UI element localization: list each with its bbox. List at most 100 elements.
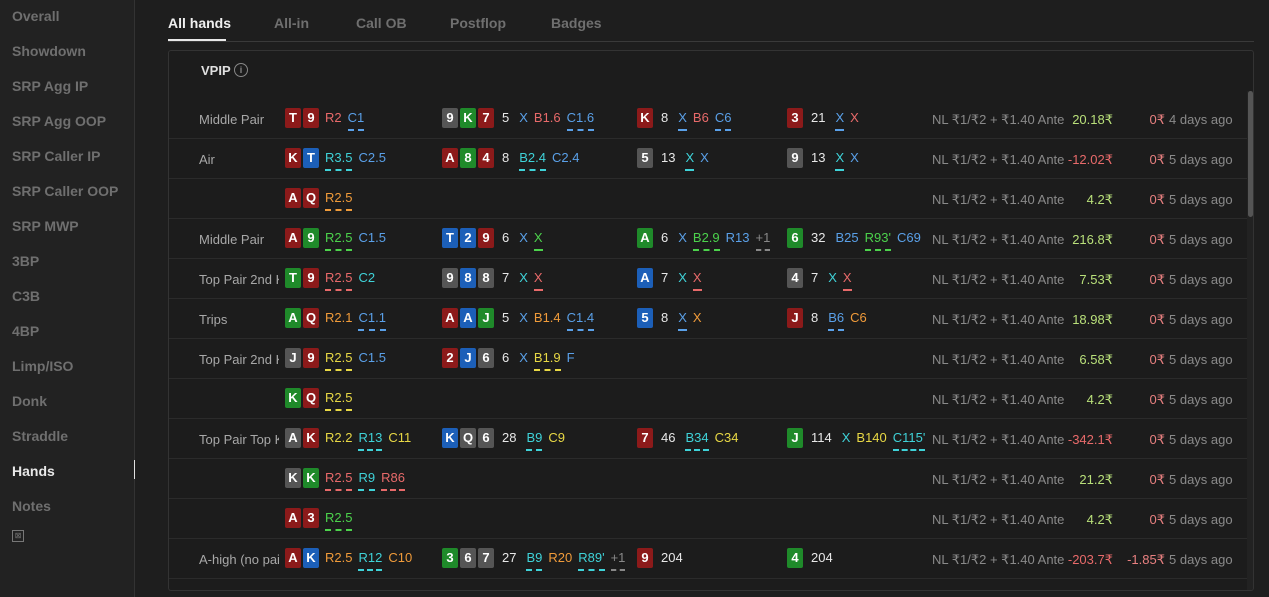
playing-card: A [637, 268, 653, 288]
action-label: X [835, 110, 845, 131]
table-row[interactable]: A 3 R2.5 NL ₹1/₹2 + ₹1.40 Ante 4.2₹ 0₹ 5 days … [169, 499, 1247, 539]
hole-cards: A Q R2.5 [285, 188, 358, 211]
table-row[interactable]: Air K T R3.5 C2.5 A 8 4 8 B2.4 C2.4 5 13 X X 9 13 X X NL ₹1… [169, 139, 1247, 179]
hole-cards: K K R2.5 R9 R86 [285, 468, 411, 491]
action-label: R2.5 [325, 190, 353, 211]
playing-card: A [460, 308, 476, 328]
info-icon[interactable]: i [234, 63, 248, 77]
action-label: R12 [358, 550, 383, 571]
sidebar-item-srp-mwp[interactable]: SRP MWP [12, 218, 79, 234]
action-label: R13 [358, 430, 383, 451]
hands-panel: VPIP i Middle Pair T 9 R2 C1 9 K 7 5 X B1.6 C1.6 K 8 X… [168, 50, 1254, 591]
table-row[interactable]: Top Pair 2nd KickerJ9R2.5C1.52J66XB1.9FN… [169, 339, 1247, 379]
playing-card: K [303, 428, 319, 448]
playing-card: A [285, 548, 301, 568]
sidebar-item-showdown[interactable]: Showdown [12, 43, 86, 59]
playing-card: 9 [637, 548, 653, 568]
action-label: C1.6 [566, 110, 595, 131]
table-row[interactable]: Top Pair Top KickerAKR2.2R13C11KQ628B9C9… [169, 419, 1247, 459]
action-label: C1 [347, 110, 365, 131]
pot-size: 8 [502, 150, 510, 165]
sidebar-item-srp-agg-ip[interactable]: SRP Agg IP [12, 78, 88, 94]
table-row[interactable]: Middle Pair A 9 R2.5 C1.5 T 2 9 6 X X A 6 X B2.9 R13 +1 6… [169, 219, 1247, 259]
table-row[interactable]: K K R2.5 R9 R86 NL ₹1/₹2 + ₹1.40 Ante 21.2₹ 0₹ 5… [169, 459, 1247, 499]
hole-cards: A K R2.5 R12 C10 [285, 548, 418, 571]
river-cell: 9 13 X X [787, 148, 865, 171]
river-cell: J 8 B6 C6 [787, 308, 873, 331]
sidebar-item-straddle[interactable]: Straddle [12, 428, 68, 444]
pot-size: 7 [661, 270, 669, 285]
sidebar-item-limp-iso[interactable]: Limp/ISO [12, 358, 73, 374]
action-label: X [519, 110, 528, 125]
action-label: R2.5 [325, 350, 353, 371]
table-row[interactable]: A-high (no pair) AK R2.5 R12 C10 367 27 B9 R20 R8… [169, 539, 1247, 579]
win-amount: 216.8₹ [1072, 232, 1113, 247]
action-label: B9 [526, 550, 543, 571]
river-cell: 6 32 B25 R93' C69 [787, 228, 927, 251]
table-row[interactable]: Middle Pair T 9 R2 C1 9 K 7 5 X B1.6 C1.6 K 8 X B6 C6 3 21… [169, 99, 1247, 139]
tab-all-in[interactable]: All-in [274, 15, 309, 31]
win-amount: -203.7₹ [1067, 552, 1113, 567]
pot-size: 6 [502, 230, 510, 245]
hand-date: 5 days ago [1169, 512, 1233, 527]
action-label: R20 [548, 550, 573, 565]
table-row[interactable]: Trips A Q R2.1 C1.1 A A J 5 X B1.4 C1.4 5 8 X X J 8 B6 C6 NL… [169, 299, 1247, 339]
action-label: B2.4 [519, 150, 546, 171]
sidebar-item-srp-caller-ip[interactable]: SRP Caller IP [12, 148, 100, 164]
playing-card: 9 [442, 108, 458, 128]
ev-amount: 0₹ [1149, 232, 1165, 247]
image-icon[interactable]: ⊠ [12, 530, 24, 542]
ev-amount: 0₹ [1149, 192, 1165, 207]
playing-card: 6 [478, 428, 494, 448]
table-row[interactable]: K Q R2.5 NL ₹1/₹2 + ₹1.40 Ante 4.2₹ 0₹ 5 days … [169, 379, 1247, 419]
action-label: C6 [714, 110, 732, 131]
pot-size: 27 [502, 550, 517, 565]
win-amount: -342.1₹ [1067, 432, 1113, 447]
action-label: X [519, 270, 528, 285]
playing-card: J [285, 348, 301, 368]
action-label: C1.4 [566, 310, 595, 331]
pot-size: 5 [502, 310, 510, 325]
flop-cell: T296XX [442, 228, 549, 251]
win-amount: 6.58₹ [1079, 352, 1113, 367]
action-label: B25 [835, 230, 859, 245]
sidebar-item-srp-agg-oop[interactable]: SRP Agg OOP [12, 113, 106, 129]
tab-call-ob[interactable]: Call OB [356, 15, 407, 31]
tab-badges[interactable]: Badges [551, 15, 602, 31]
action-label: R93' [864, 230, 892, 251]
action-label: R2.2 [325, 430, 353, 445]
sidebar-item-hands[interactable]: Hands [12, 463, 55, 479]
action-label: C34 [714, 430, 739, 445]
sidebar-item-notes[interactable]: Notes [12, 498, 51, 514]
sidebar-item-overall[interactable]: Overall [12, 8, 59, 24]
action-label: X [678, 310, 687, 331]
hand-category: Top Pair 2nd Kicker [199, 352, 279, 367]
action-label: X [533, 230, 543, 251]
pot-size: 204 [661, 550, 683, 565]
action-label: R3.5 [325, 150, 353, 171]
sidebar-item-4bp[interactable]: 4BP [12, 323, 39, 339]
turn-cell: A7XX [637, 268, 708, 291]
hand-category [199, 511, 279, 529]
sidebar-item-c3b[interactable]: C3B [12, 288, 40, 304]
tab-postflop[interactable]: Postflop [450, 15, 506, 31]
sidebar-item-donk[interactable]: Donk [12, 393, 47, 409]
flop-cell: K Q 6 28 B9 C9 [442, 428, 571, 451]
tab-all-hands[interactable]: All hands [168, 15, 231, 31]
hand-category: Middle Pair [199, 232, 265, 247]
river-cell: 47XX [787, 268, 858, 291]
table-row[interactable]: Top Pair 2nd KickerT9R2.5C29887XXA7XX47X… [169, 259, 1247, 299]
action-label: X [835, 150, 845, 171]
sidebar-item-srp-caller-oop[interactable]: SRP Caller OOP [12, 183, 118, 199]
table-row[interactable]: A Q R2.5 NL ₹1/₹2 + ₹1.40 Ante 4.2₹ 0₹ 5 days … [169, 179, 1247, 219]
ev-amount: 0₹ [1149, 112, 1165, 127]
action-label: +1 [610, 550, 626, 571]
action-label: B6 [828, 310, 845, 331]
sidebar-item-3bp[interactable]: 3BP [12, 253, 39, 269]
playing-card: A [442, 308, 458, 328]
turn-cell: 9 204 [637, 548, 693, 568]
playing-card: 6 [787, 228, 803, 248]
scrollbar-thumb[interactable] [1248, 91, 1253, 217]
playing-card: 7 [637, 428, 653, 448]
playing-card: 9 [478, 228, 494, 248]
